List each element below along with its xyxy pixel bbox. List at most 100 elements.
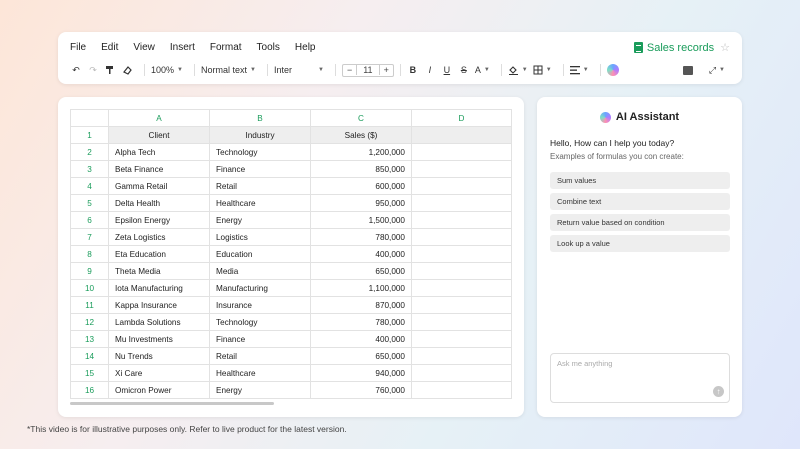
cell-client[interactable]: Mu Investments (108, 330, 210, 348)
cell-client[interactable]: Beta Finance (108, 160, 210, 178)
cell-empty[interactable] (411, 347, 512, 365)
column-header-d[interactable]: D (411, 109, 512, 127)
clear-format-icon[interactable] (121, 63, 133, 77)
borders-icon[interactable]: ▼ (533, 63, 552, 77)
zoom-select[interactable]: 100% ▼ (151, 63, 183, 77)
cell-industry[interactable]: Energy (209, 381, 311, 399)
cell-industry[interactable]: Media (209, 262, 311, 280)
row-number[interactable]: 15 (70, 364, 109, 382)
strikethrough-button[interactable]: S (458, 63, 470, 77)
cell-empty[interactable] (411, 143, 512, 161)
row-number[interactable]: 6 (70, 211, 109, 229)
decrease-size-button[interactable]: − (343, 65, 356, 75)
cell-empty[interactable] (411, 211, 512, 229)
menu-help[interactable]: Help (295, 42, 316, 53)
menu-view[interactable]: View (133, 42, 155, 53)
cell-empty[interactable] (411, 228, 512, 246)
row-number[interactable]: 9 (70, 262, 109, 280)
cell-industry[interactable]: Retail (209, 177, 311, 195)
menu-edit[interactable]: Edit (101, 42, 118, 53)
cell-sales[interactable]: 400,000 (310, 330, 412, 348)
cell-sales[interactable]: 760,000 (310, 381, 412, 399)
menu-file[interactable]: File (70, 42, 86, 53)
row-number[interactable]: 14 (70, 347, 109, 365)
row-number[interactable]: 16 (70, 381, 109, 399)
row-number[interactable]: 8 (70, 245, 109, 263)
cell-client[interactable]: Lambda Solutions (108, 313, 210, 331)
fill-color-icon[interactable]: ▼ (508, 63, 528, 77)
cell-empty[interactable] (411, 160, 512, 178)
suggestion-chip[interactable]: Look up a value (550, 235, 730, 252)
row-number[interactable]: 13 (70, 330, 109, 348)
cell-empty[interactable] (411, 177, 512, 195)
italic-button[interactable]: I (424, 63, 436, 77)
cell-industry[interactable]: Healthcare (209, 194, 311, 212)
cell-industry[interactable]: Education (209, 245, 311, 263)
cell-sales[interactable]: 870,000 (310, 296, 412, 314)
cell-client[interactable]: Theta Media (108, 262, 210, 280)
cell-industry[interactable]: Manufacturing (209, 279, 311, 297)
row-number[interactable]: 4 (70, 177, 109, 195)
column-header-c[interactable]: C (310, 109, 412, 127)
cell-sales[interactable]: 400,000 (310, 245, 412, 263)
increase-size-button[interactable]: + (380, 65, 393, 75)
cell-sales[interactable]: 1,200,000 (310, 143, 412, 161)
cell-client[interactable]: Delta Health (108, 194, 210, 212)
corner-cell[interactable] (70, 109, 109, 127)
cell-empty[interactable] (411, 296, 512, 314)
cell-client[interactable]: Kappa Insurance (108, 296, 210, 314)
suggestion-chip[interactable]: Combine text (550, 193, 730, 210)
cell-empty[interactable] (411, 364, 512, 382)
row-number[interactable]: 7 (70, 228, 109, 246)
cell-empty[interactable] (411, 126, 512, 144)
cell-sales[interactable]: 650,000 (310, 262, 412, 280)
redo-icon[interactable]: ↷ (87, 63, 99, 77)
cell-empty[interactable] (411, 330, 512, 348)
cell-sales[interactable]: 950,000 (310, 194, 412, 212)
document-title[interactable]: Sales records (647, 42, 714, 54)
cell-industry[interactable]: Healthcare (209, 364, 311, 382)
text-color-button[interactable]: A ▼ (475, 63, 490, 77)
underline-button[interactable]: U (441, 63, 453, 77)
row-number[interactable]: 3 (70, 160, 109, 178)
cell-industry[interactable]: Finance (209, 160, 311, 178)
paint-format-icon[interactable] (104, 63, 116, 77)
cell-header-sales[interactable]: Sales ($) (310, 126, 412, 144)
cell-header-industry[interactable]: Industry (209, 126, 311, 144)
cell-industry[interactable]: Technology (209, 313, 311, 331)
cell-sales[interactable]: 940,000 (310, 364, 412, 382)
cell-client[interactable]: Iota Manufacturing (108, 279, 210, 297)
row-number[interactable]: 1 (70, 126, 109, 144)
suggestion-chip[interactable]: Return value based on condition (550, 214, 730, 231)
undo-icon[interactable]: ↶ (70, 63, 82, 77)
menu-insert[interactable]: Insert (170, 42, 195, 53)
send-arrow-icon[interactable]: ↑ (713, 386, 724, 397)
cell-industry[interactable]: Insurance (209, 296, 311, 314)
horizontal-scrollbar[interactable] (70, 402, 274, 405)
expand-icon[interactable]: ⤢ ▼ (709, 63, 725, 77)
column-header-b[interactable]: B (209, 109, 311, 127)
ask-input[interactable] (557, 359, 717, 368)
cell-empty[interactable] (411, 262, 512, 280)
cell-empty[interactable] (411, 279, 512, 297)
suggestion-chip[interactable]: Sum values (550, 172, 730, 189)
cell-client[interactable]: Gamma Retail (108, 177, 210, 195)
row-number[interactable]: 10 (70, 279, 109, 297)
cell-client[interactable]: Epsilon Energy (108, 211, 210, 229)
star-icon[interactable]: ☆ (720, 41, 730, 54)
row-number[interactable]: 11 (70, 296, 109, 314)
align-icon[interactable]: ▼ (569, 63, 589, 77)
cell-sales[interactable]: 1,100,000 (310, 279, 412, 297)
menu-tools[interactable]: Tools (257, 42, 280, 53)
cell-client[interactable]: Alpha Tech (108, 143, 210, 161)
row-number[interactable]: 2 (70, 143, 109, 161)
bold-button[interactable]: B (407, 63, 419, 77)
cell-industry[interactable]: Energy (209, 211, 311, 229)
cell-client[interactable]: Zeta Logistics (108, 228, 210, 246)
ai-assistant-icon[interactable] (606, 63, 619, 77)
cell-client[interactable]: Xi Care (108, 364, 210, 382)
cell-empty[interactable] (411, 194, 512, 212)
cell-industry[interactable]: Retail (209, 347, 311, 365)
cell-sales[interactable]: 600,000 (310, 177, 412, 195)
cell-empty[interactable] (411, 313, 512, 331)
